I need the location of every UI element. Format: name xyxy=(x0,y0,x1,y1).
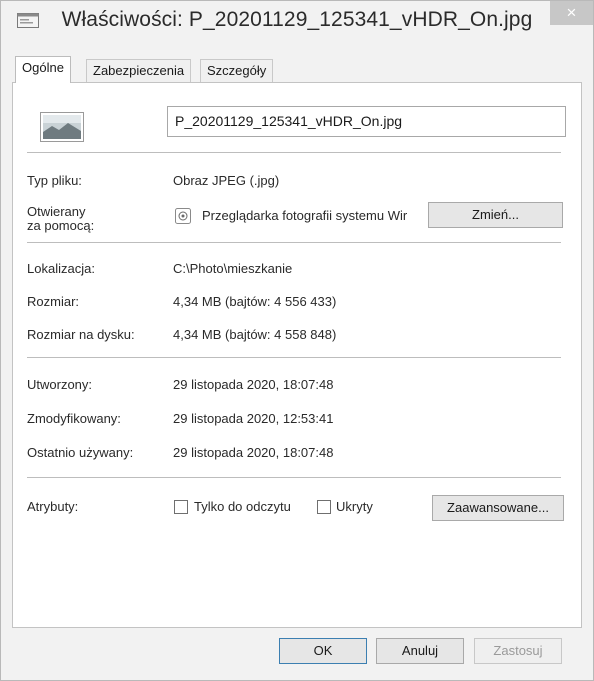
readonly-label[interactable]: Tylko do odczytu xyxy=(194,499,291,514)
tab-security[interactable]: Zabezpieczenia xyxy=(86,59,192,82)
created-label: Utworzony: xyxy=(27,377,93,392)
accessed-value: 29 listopada 2020, 18:07:48 xyxy=(173,445,334,460)
opens-with-label-line1: Otwierany xyxy=(27,204,86,219)
divider xyxy=(27,357,561,358)
created-value: 29 listopada 2020, 18:07:48 xyxy=(173,377,334,392)
close-icon: × xyxy=(566,3,577,22)
location-label: Lokalizacja: xyxy=(27,261,95,276)
change-button[interactable]: Zmień... xyxy=(428,202,563,228)
readonly-checkbox[interactable] xyxy=(174,500,188,514)
size-on-disk-label: Rozmiar na dysku: xyxy=(27,327,135,342)
opens-with-label-line2: za pomocą: xyxy=(27,218,95,233)
close-button[interactable]: × xyxy=(550,1,593,25)
window-title: Właściwości: P_20201129_125341_vHDR_On.j… xyxy=(61,8,533,31)
title-bar[interactable]: Właściwości: P_20201129_125341_vHDR_On.j… xyxy=(1,1,593,39)
size-label: Rozmiar: xyxy=(27,294,80,309)
opens-with-value: Przeglądarka fotografii systemu Wir xyxy=(202,208,408,223)
divider xyxy=(27,152,561,153)
advanced-button[interactable]: Zaawansowane... xyxy=(432,495,564,521)
divider xyxy=(27,477,561,478)
modified-label: Zmodyfikowany: xyxy=(27,411,121,426)
tab-details[interactable]: Szczegóły xyxy=(200,59,274,82)
ok-button[interactable]: OK xyxy=(279,638,367,664)
apply-button[interactable]: Zastosuj xyxy=(474,638,562,664)
photo-viewer-icon xyxy=(175,208,191,224)
general-tab-panel xyxy=(12,82,582,628)
image-file-icon xyxy=(40,112,84,142)
hidden-label[interactable]: Ukryty xyxy=(336,499,373,514)
file-name-field[interactable]: P_20201129_125341_vHDR_On.jpg xyxy=(167,106,566,137)
properties-dialog: Właściwości: P_20201129_125341_vHDR_On.j… xyxy=(0,0,594,681)
file-type-label: Typ pliku: xyxy=(27,173,82,188)
size-on-disk-value: 4,34 MB (bajtów: 4 558 848) xyxy=(173,327,337,342)
modified-value: 29 listopada 2020, 12:53:41 xyxy=(173,411,334,426)
cancel-button[interactable]: Anuluj xyxy=(376,638,464,664)
file-type-value: Obraz JPEG (.jpg) xyxy=(173,173,280,188)
hidden-checkbox[interactable] xyxy=(317,500,331,514)
size-value: 4,34 MB (bajtów: 4 556 433) xyxy=(173,294,337,309)
attributes-label: Atrybuty: xyxy=(27,499,79,514)
divider xyxy=(27,242,561,243)
tab-general[interactable]: Ogólne xyxy=(15,56,71,83)
accessed-label: Ostatnio używany: xyxy=(27,445,134,460)
location-value: C:\Photo\mieszkanie xyxy=(173,261,293,276)
